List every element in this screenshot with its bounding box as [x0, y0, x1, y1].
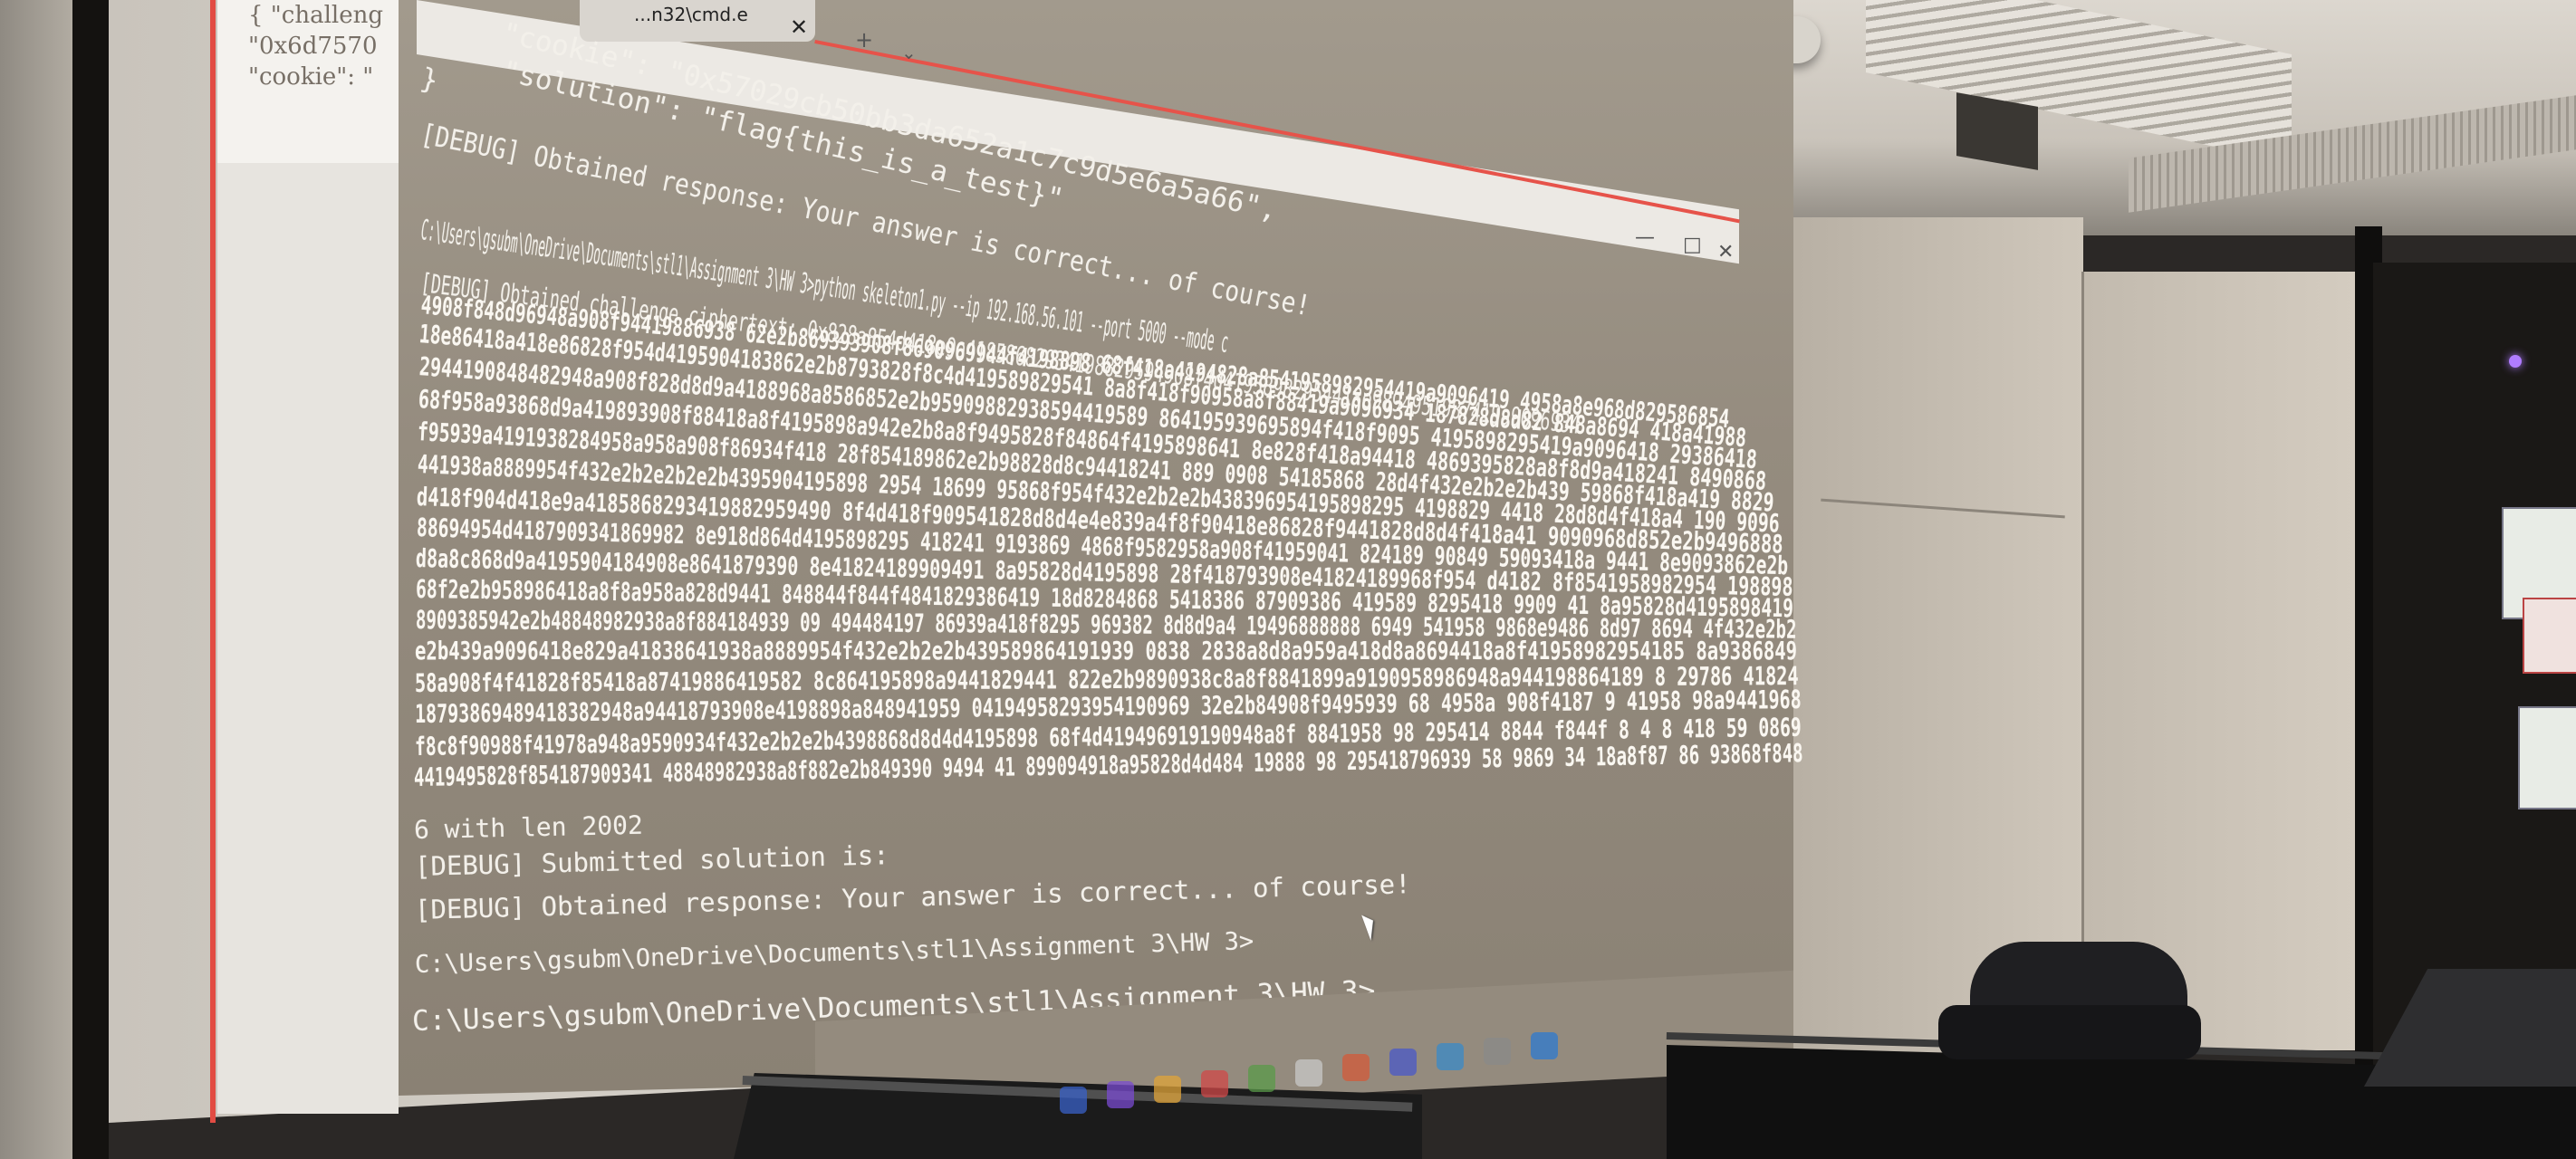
taskbar-document-icon[interactable]	[1248, 1065, 1275, 1092]
taskbar-app-icon[interactable]	[1437, 1043, 1464, 1070]
taskbar-app-icon[interactable]	[1484, 1038, 1511, 1065]
terminal-line: }	[417, 62, 442, 98]
terminal-line: e2b439a9096418e829a41838641938a8889954f4…	[415, 636, 1798, 666]
taskbar-app-icon[interactable]	[1201, 1070, 1228, 1097]
terminal-line: 6 with len 2002	[413, 809, 644, 845]
office-chair-base	[1938, 1005, 2201, 1059]
terminal-prompt[interactable]: C:\Users\gsubm\OneDrive\Documents\stl1\A…	[415, 927, 1254, 979]
terminal-output: "cookie": "0x57029cb50bb3da652a1c7c9d5e6…	[0, 0, 2576, 1159]
taskbar-search-icon[interactable]	[1060, 1087, 1087, 1114]
terminal-line: "cookie": "0x57029cb50bb3da652a1c7c9d5e6…	[498, 16, 1281, 227]
taskbar-app-icon[interactable]	[1342, 1054, 1370, 1081]
taskbar-app-icon[interactable]	[1531, 1032, 1558, 1059]
taskbar-folder-icon[interactable]	[1154, 1076, 1181, 1103]
taskbar-chat-icon[interactable]	[1107, 1081, 1134, 1108]
taskbar-app-icon[interactable]	[1389, 1049, 1417, 1076]
taskbar-app-icon[interactable]	[1295, 1059, 1322, 1087]
terminal-line: [DEBUG] Submitted solution is:	[414, 839, 890, 882]
